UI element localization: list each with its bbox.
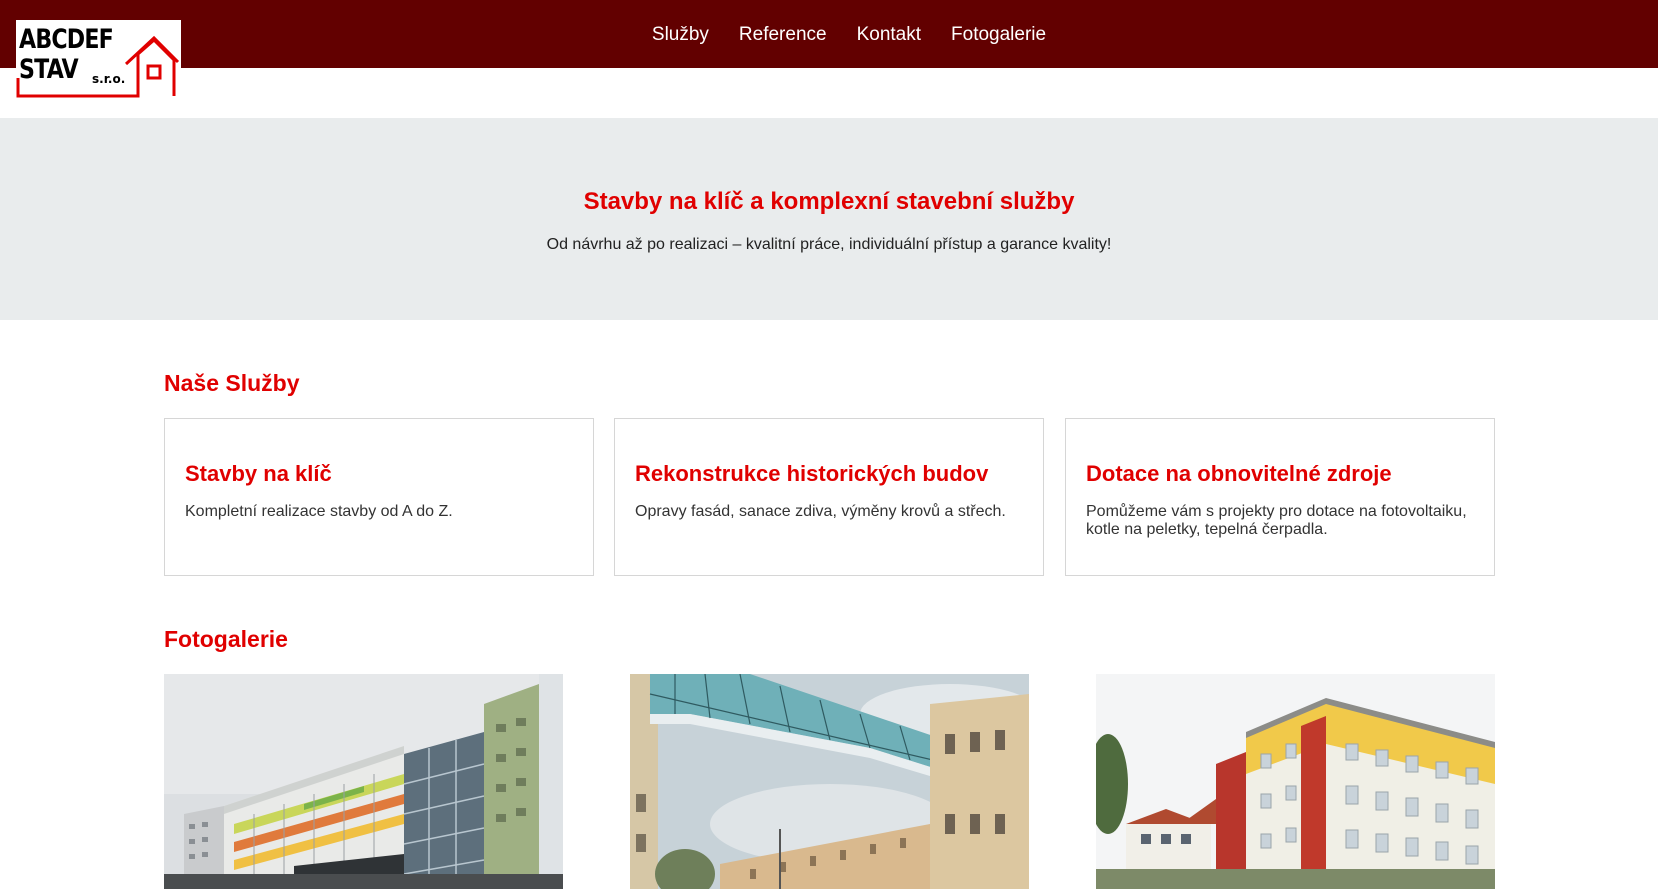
hero-title: Stavby na klíč a komplexní stavební služ…: [583, 188, 1075, 215]
service-card-text: Pomůžeme vám s projekty pro dotace na fo…: [1086, 503, 1467, 538]
gallery-photo-skybridge[interactable]: [630, 674, 1029, 889]
service-card-reconstruction: Rekonstrukce historických budov Opravy f…: [614, 418, 1044, 576]
service-card-text: Opravy fasád, sanace zdiva, výměny krovů…: [635, 503, 1006, 520]
hero-subtitle: Od návrhu až po realizaci – kvalitní prá…: [546, 236, 1112, 253]
logo-text-suffix: s.r.o.: [92, 72, 126, 86]
nav-item-sluzby[interactable]: Služby: [652, 25, 709, 44]
services-heading: Naše Služby: [164, 370, 300, 396]
main-nav: Služby Reference Kontakt Fotogalerie: [0, 0, 1658, 68]
service-card-title: Dotace na obnovitelné zdroje: [1086, 461, 1392, 486]
service-card-subsidies: Dotace na obnovitelné zdroje Pomůžeme vá…: [1065, 418, 1495, 576]
logo-text-line2: STAV: [19, 54, 79, 85]
service-card-text: Kompletní realizace stavby od A do Z.: [185, 503, 453, 520]
gallery-photo-modern-building[interactable]: [164, 674, 563, 889]
page: Služby Reference Kontakt Fotogalerie ABC…: [0, 0, 1658, 889]
gallery-photo-renovated-building[interactable]: [1096, 674, 1495, 889]
service-card-title: Rekonstrukce historických budov: [635, 461, 989, 486]
hero-banner: Stavby na klíč a komplexní stavební služ…: [0, 118, 1658, 320]
service-card-title: Stavby na klíč: [185, 461, 332, 486]
logo-text-line1: ABCDEF: [19, 24, 114, 55]
service-card-turnkey: Stavby na klíč Kompletní realizace stavb…: [164, 418, 594, 576]
nav-item-kontakt[interactable]: Kontakt: [857, 25, 921, 44]
nav-item-reference[interactable]: Reference: [739, 25, 827, 44]
company-logo[interactable]: ABCDEF STAV s.r.o.: [16, 20, 181, 99]
gallery-heading: Fotogalerie: [164, 626, 288, 652]
nav-item-fotogalerie[interactable]: Fotogalerie: [951, 25, 1046, 44]
